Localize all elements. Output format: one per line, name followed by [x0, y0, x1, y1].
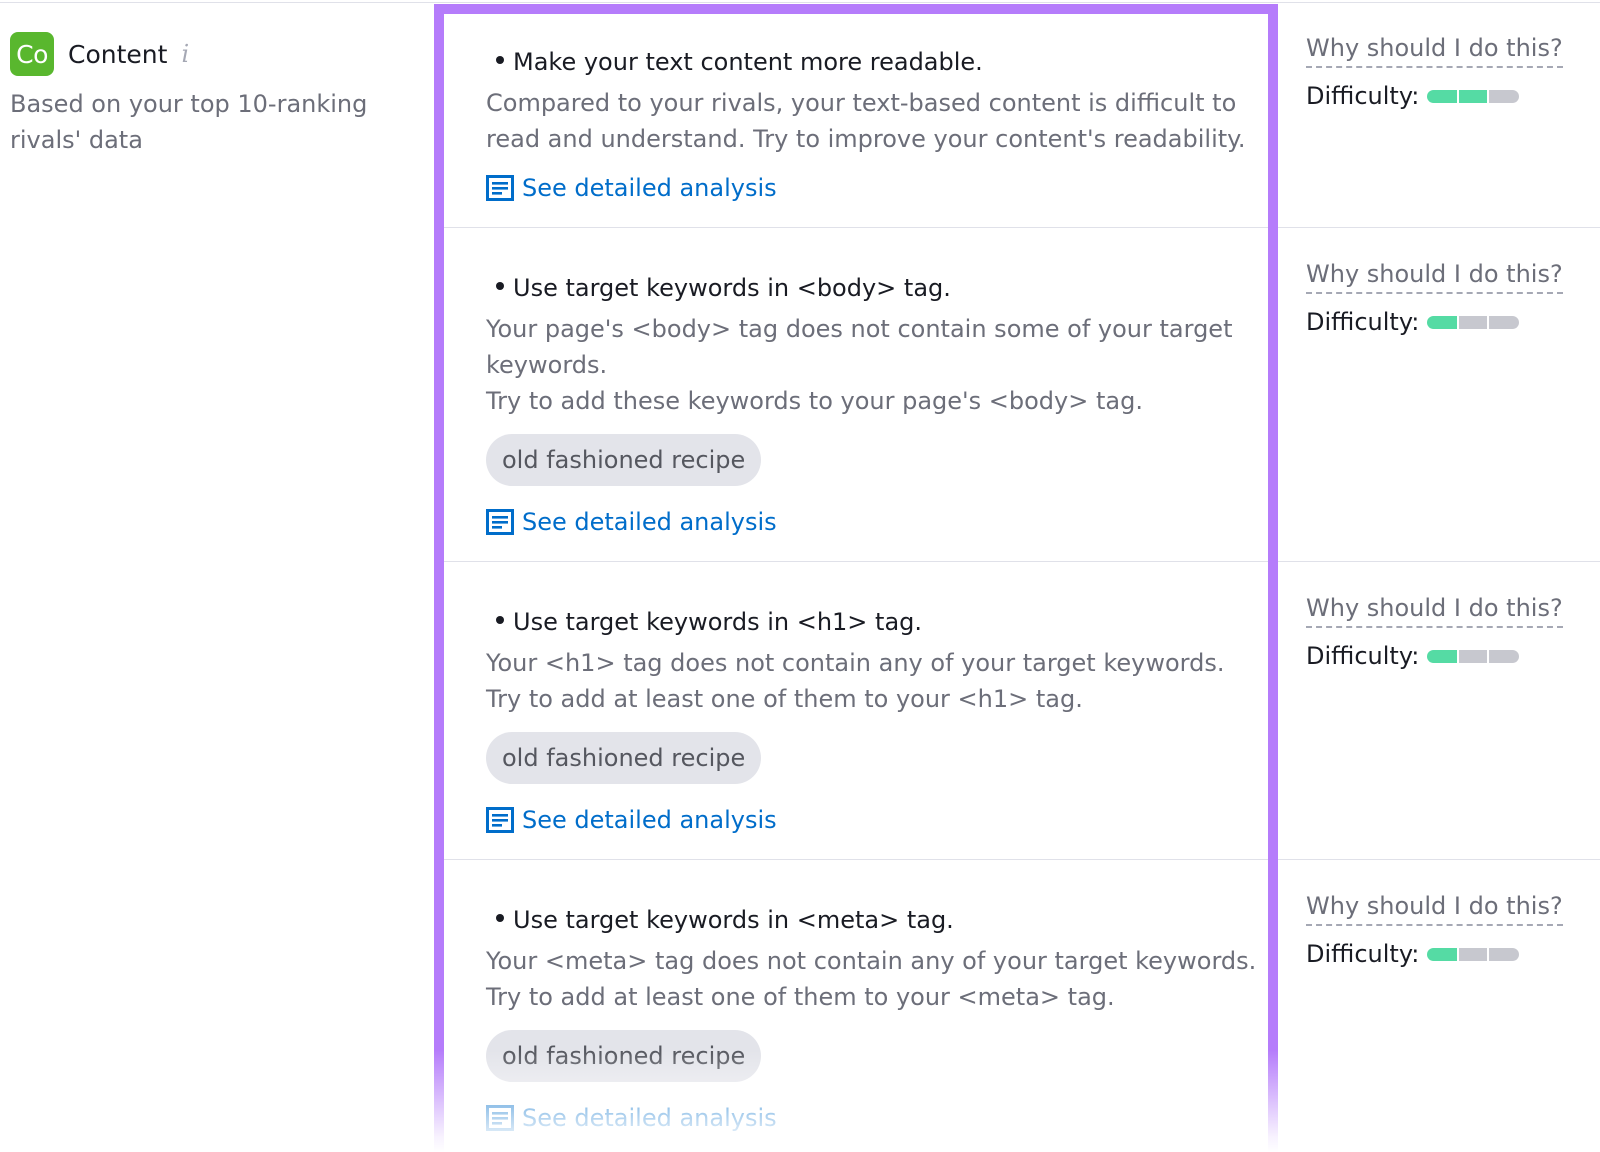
difficulty-segment: [1489, 947, 1520, 961]
category-badge: Co: [10, 32, 54, 76]
divider: [1278, 561, 1600, 562]
difficulty: Difficulty:: [1306, 82, 1576, 110]
see-detailed-analysis-link[interactable]: See detailed analysis: [486, 174, 777, 202]
divider: [444, 561, 1268, 562]
idea-meta: Why should I do this? Difficulty:: [1306, 594, 1576, 670]
divider: [1278, 859, 1600, 860]
difficulty-segment: [1489, 315, 1520, 329]
report-icon: [486, 509, 514, 535]
bullet-icon: [496, 56, 504, 64]
idea-description: Your <h1> tag does not contain any of yo…: [486, 649, 1225, 713]
difficulty: Difficulty:: [1306, 940, 1576, 968]
divider: [1278, 227, 1600, 228]
difficulty-meter: [1427, 649, 1520, 663]
report-icon: [486, 807, 514, 833]
category-content: Co Content i Based on your top 10-rankin…: [10, 32, 410, 158]
divider: [444, 227, 1268, 228]
difficulty-segment: [1459, 89, 1488, 103]
idea-title: Make your text content more readable.: [486, 48, 983, 76]
difficulty-segment: [1459, 947, 1488, 961]
idea-meta: Why should I do this? Difficulty:: [1306, 892, 1576, 968]
idea-meta: Why should I do this? Difficulty:: [1306, 260, 1576, 336]
category-description: Based on your top 10-ranking rivals' dat…: [10, 90, 368, 154]
idea-description: Your page's <body> tag does not contain …: [486, 315, 1233, 415]
difficulty-segment: [1427, 89, 1458, 103]
why-should-i-do-this-link[interactable]: Why should I do this?: [1306, 892, 1563, 926]
idea-description: Compared to your rivals, your text-based…: [486, 89, 1246, 153]
why-should-i-do-this-link[interactable]: Why should I do this?: [1306, 34, 1563, 68]
difficulty-segment: [1489, 89, 1520, 103]
report-icon: [486, 175, 514, 201]
idea-title: Use target keywords in <h1> tag.: [486, 608, 922, 636]
top-divider: [0, 2, 1600, 3]
keyword-chip: old fashioned recipe: [486, 434, 762, 486]
see-detailed-analysis-link[interactable]: See detailed analysis: [486, 508, 777, 536]
see-detailed-analysis-link[interactable]: See detailed analysis: [486, 1104, 777, 1132]
bullet-icon: [496, 616, 504, 624]
difficulty-meter: [1427, 947, 1520, 961]
see-detailed-analysis-link[interactable]: See detailed analysis: [486, 806, 777, 834]
difficulty-segment: [1427, 649, 1458, 663]
why-should-i-do-this-link[interactable]: Why should I do this?: [1306, 260, 1563, 294]
difficulty-segment: [1489, 649, 1520, 663]
idea-meta: Why should I do this? Difficulty:: [1306, 34, 1576, 110]
bullet-icon: [496, 914, 504, 922]
why-should-i-do-this-link[interactable]: Why should I do this?: [1306, 594, 1563, 628]
keyword-chip: old fashioned recipe: [486, 1030, 762, 1082]
difficulty-meter: [1427, 89, 1520, 103]
keyword-chip: old fashioned recipe: [486, 732, 762, 784]
difficulty-segment: [1427, 947, 1458, 961]
difficulty: Difficulty:: [1306, 308, 1576, 336]
category-title: Content: [68, 39, 168, 69]
idea-title: Use target keywords in <meta> tag.: [486, 906, 954, 934]
report-icon: [486, 1105, 514, 1131]
difficulty: Difficulty:: [1306, 642, 1576, 670]
idea-description: Your <meta> tag does not contain any of …: [486, 947, 1257, 1011]
difficulty-segment: [1459, 649, 1488, 663]
bullet-icon: [496, 282, 504, 290]
divider: [444, 859, 1268, 860]
idea-title: Use target keywords in <body> tag.: [486, 274, 951, 302]
difficulty-meter: [1427, 315, 1520, 329]
ideas-panel: Make your text content more readable. Co…: [434, 4, 1278, 1152]
info-icon[interactable]: i: [181, 40, 189, 68]
category-header: Co Content i: [10, 32, 410, 76]
difficulty-segment: [1459, 315, 1488, 329]
difficulty-segment: [1427, 315, 1458, 329]
